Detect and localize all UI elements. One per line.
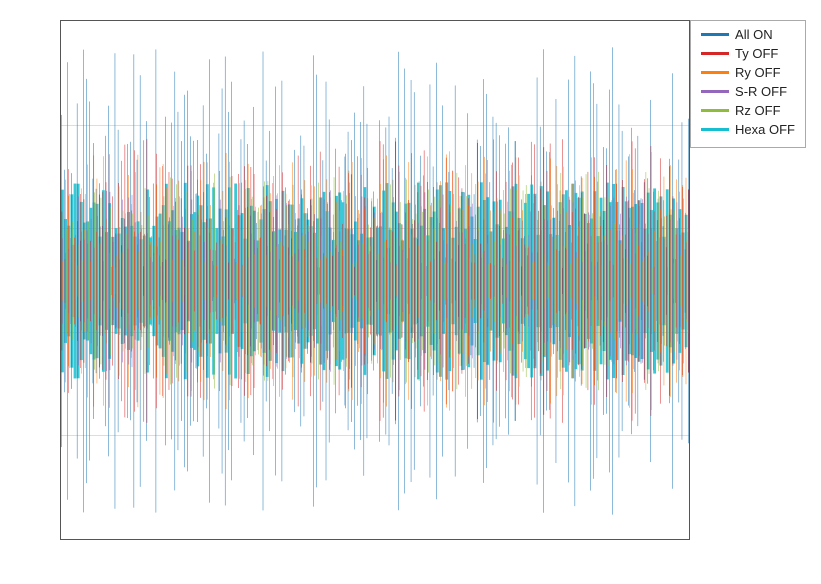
- legend-color-swatch: [701, 109, 729, 112]
- bar-chart-svg: [61, 21, 689, 539]
- chart-container: All ON Ty OFF Ry OFF S-R OFF Rz OFF Hexa OFF: [0, 0, 821, 584]
- legend-color-swatch: [701, 128, 729, 131]
- legend-color-swatch: [701, 71, 729, 74]
- legend-label: Ry OFF: [735, 65, 781, 80]
- legend: All ON Ty OFF Ry OFF S-R OFF Rz OFF Hexa OFF: [690, 20, 806, 148]
- legend-label: Rz OFF: [735, 103, 781, 118]
- legend-label: Hexa OFF: [735, 122, 795, 137]
- chart-inner: [61, 21, 689, 539]
- chart-area: [60, 20, 690, 540]
- legend-item: Ty OFF: [701, 46, 795, 61]
- legend-label: Ty OFF: [735, 46, 778, 61]
- legend-color-swatch: [701, 52, 729, 55]
- legend-item: Rz OFF: [701, 103, 795, 118]
- legend-label: All ON: [735, 27, 773, 42]
- legend-item: S-R OFF: [701, 84, 795, 99]
- legend-color-swatch: [701, 90, 729, 93]
- legend-item: All ON: [701, 27, 795, 42]
- legend-color-swatch: [701, 33, 729, 36]
- legend-item: Ry OFF: [701, 65, 795, 80]
- legend-item: Hexa OFF: [701, 122, 795, 137]
- legend-label: S-R OFF: [735, 84, 787, 99]
